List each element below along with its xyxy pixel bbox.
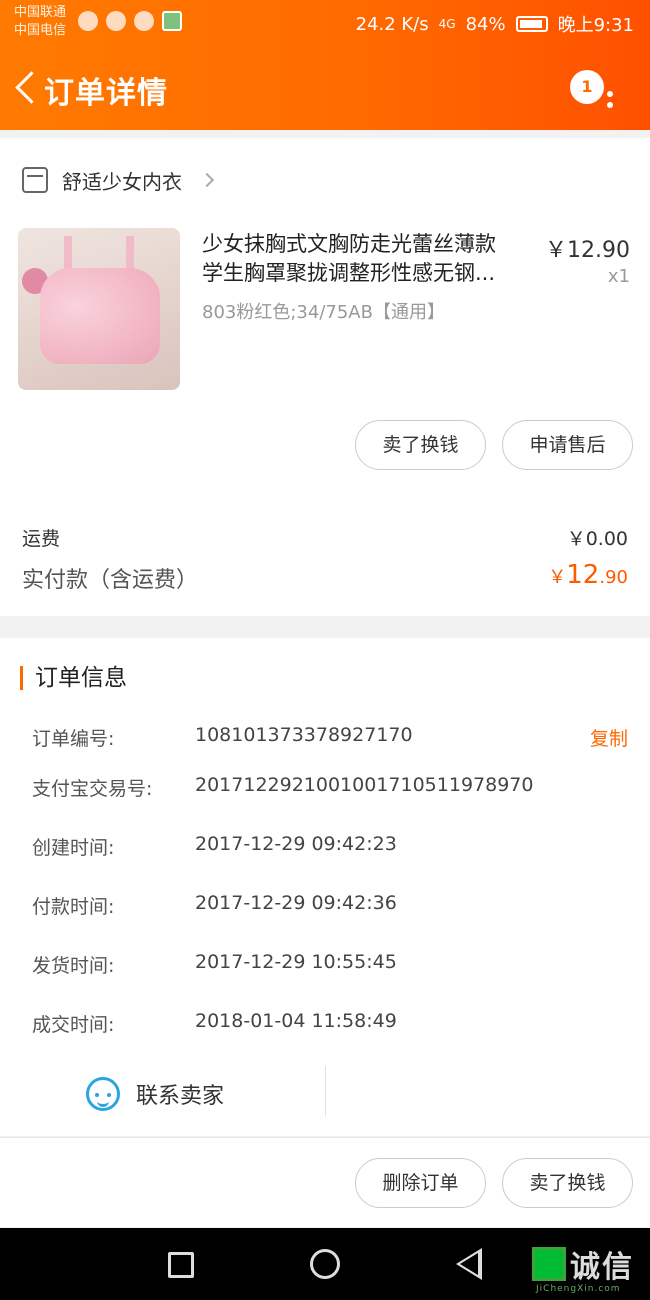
info-label: 创建时间: (32, 837, 115, 859)
home-icon[interactable] (310, 1249, 340, 1279)
paid-decimal: .90 (599, 567, 628, 588)
paid-currency: ￥ (548, 567, 567, 588)
product-quantity: x1 (607, 266, 630, 287)
smile-icon (86, 1077, 120, 1111)
chevron-right-icon (199, 172, 215, 188)
navigation-bar: 诚信 JiChengXin.com (0, 1228, 650, 1300)
back-nav-icon[interactable] (456, 1248, 482, 1280)
info-label: 发货时间: (32, 955, 115, 977)
sell-for-cash-button[interactable]: 卖了换钱 (502, 1158, 633, 1208)
info-value: 2017-12-29 09:42:36 (195, 892, 397, 914)
store-icon (22, 167, 48, 193)
info-value: 2018-01-04 11:58:49 (195, 1010, 397, 1032)
back-icon[interactable] (12, 68, 40, 108)
product-title[interactable]: 少女抹胸式文胸防走光蕾丝薄款 学生胸罩聚拢调整形性感无钢... (202, 230, 532, 288)
shipping-time-row: 发货时间: 2017-12-29 10:55:45 (32, 951, 628, 981)
copy-button[interactable]: 复制 (590, 724, 628, 751)
recent-apps-icon[interactable] (168, 1252, 194, 1278)
shipping-value: ￥0.00 (566, 528, 628, 550)
wechat-icon (134, 11, 154, 31)
paid-amount: ￥12.90 (548, 560, 628, 590)
after-sales-button[interactable]: 申请售后 (502, 420, 633, 470)
more-menu-button[interactable]: 1 (570, 70, 620, 110)
info-label: 付款时间: (32, 896, 115, 918)
info-label: 支付宝交易号: (32, 778, 153, 800)
info-label: 成交时间: (32, 1014, 115, 1036)
more-dot-icon (607, 102, 613, 108)
contact-seller-button[interactable]: 联系卖家 (86, 1074, 224, 1114)
sell-for-cash-button[interactable]: 卖了换钱 (355, 420, 486, 470)
globe-icon (78, 11, 98, 31)
store-name: 舒适少女内衣 (62, 169, 182, 194)
order-info-card: 订单信息 订单编号: 108101373378927170 复制 支付宝交易号:… (0, 638, 650, 1136)
section-title: 订单信息 (20, 666, 127, 690)
paid-label: 实付款（含运费） (22, 568, 199, 593)
battery-percent: 84% (465, 13, 506, 35)
delete-order-button[interactable]: 删除订单 (355, 1158, 486, 1208)
store-link[interactable]: 舒适少女内衣 (22, 162, 215, 198)
watermark-logo-icon (532, 1247, 566, 1281)
contact-seller-label: 联系卖家 (136, 1084, 225, 1109)
watermark: 诚信 (532, 1242, 634, 1286)
product-price: ￥12.90 (545, 238, 630, 263)
info-value: 108101373378927170 (195, 724, 413, 746)
created-time-row: 创建时间: 2017-12-29 09:42:23 (32, 833, 628, 863)
order-number-row: 订单编号: 108101373378927170 复制 (32, 724, 628, 754)
app-icon (162, 11, 182, 31)
info-value: 2017-12-29 10:55:45 (195, 951, 397, 973)
alipay-number-row: 支付宝交易号: 2017122921001001710511978970 (32, 774, 628, 804)
status-right: 24.2 K/s 4G 84% 晚上9:31 (356, 11, 634, 37)
shipping-label: 运费 (22, 528, 61, 550)
network-speed: 24.2 K/s (355, 13, 429, 35)
carrier-info: 中国联通 中国电信 (14, 4, 66, 40)
info-value: 2017-12-29 09:42:23 (195, 833, 397, 855)
top-bar: 中国联通 中国电信 24.2 K/s 4G 84% 晚上9:31 订单详情 1 (0, 0, 650, 130)
info-value: 2017122921001001710511978970 (195, 774, 534, 796)
watermark-text: 诚信 (570, 1250, 634, 1285)
deal-time-row: 成交时间: 2018-01-04 11:58:49 (32, 1010, 628, 1040)
payment-time-row: 付款时间: 2017-12-29 09:42:36 (32, 892, 628, 922)
product-title-line-1: 少女抹胸式文胸防走光蕾丝薄款 (202, 232, 496, 256)
divider (325, 1066, 326, 1116)
paid-integer: 12 (566, 560, 600, 590)
product-title-line-2: 学生胸罩聚拢调整形性感无钢... (202, 261, 496, 285)
info-label: 订单编号: (32, 728, 115, 750)
watermark-subtext: JiChengXin.com (536, 1284, 621, 1294)
notification-icons (78, 11, 182, 31)
order-item-card: 舒适少女内衣 少女抹胸式文胸防走光蕾丝薄款 学生胸罩聚拢调整形性感无钢... ￥… (0, 138, 650, 616)
message-badge: 1 (570, 70, 604, 104)
network-type: 4G (438, 17, 456, 31)
product-image[interactable] (18, 228, 180, 390)
header: 订单详情 1 (0, 52, 650, 122)
bottom-action-bar: 删除订单 卖了换钱 (0, 1137, 650, 1227)
product-spec: 803粉红色;34/75AB【通用】 (202, 302, 445, 323)
page-title: 订单详情 (44, 76, 168, 111)
sync-icon (106, 11, 126, 31)
clock: 晚上9:31 (557, 15, 634, 36)
bra-shape (40, 268, 160, 364)
more-dot-icon (607, 91, 613, 97)
battery-icon (515, 16, 548, 32)
carrier-2: 中国电信 (14, 23, 67, 38)
status-bar: 中国联通 中国电信 24.2 K/s 4G 84% 晚上9:31 (0, 0, 650, 46)
carrier-1: 中国联通 (14, 5, 67, 20)
